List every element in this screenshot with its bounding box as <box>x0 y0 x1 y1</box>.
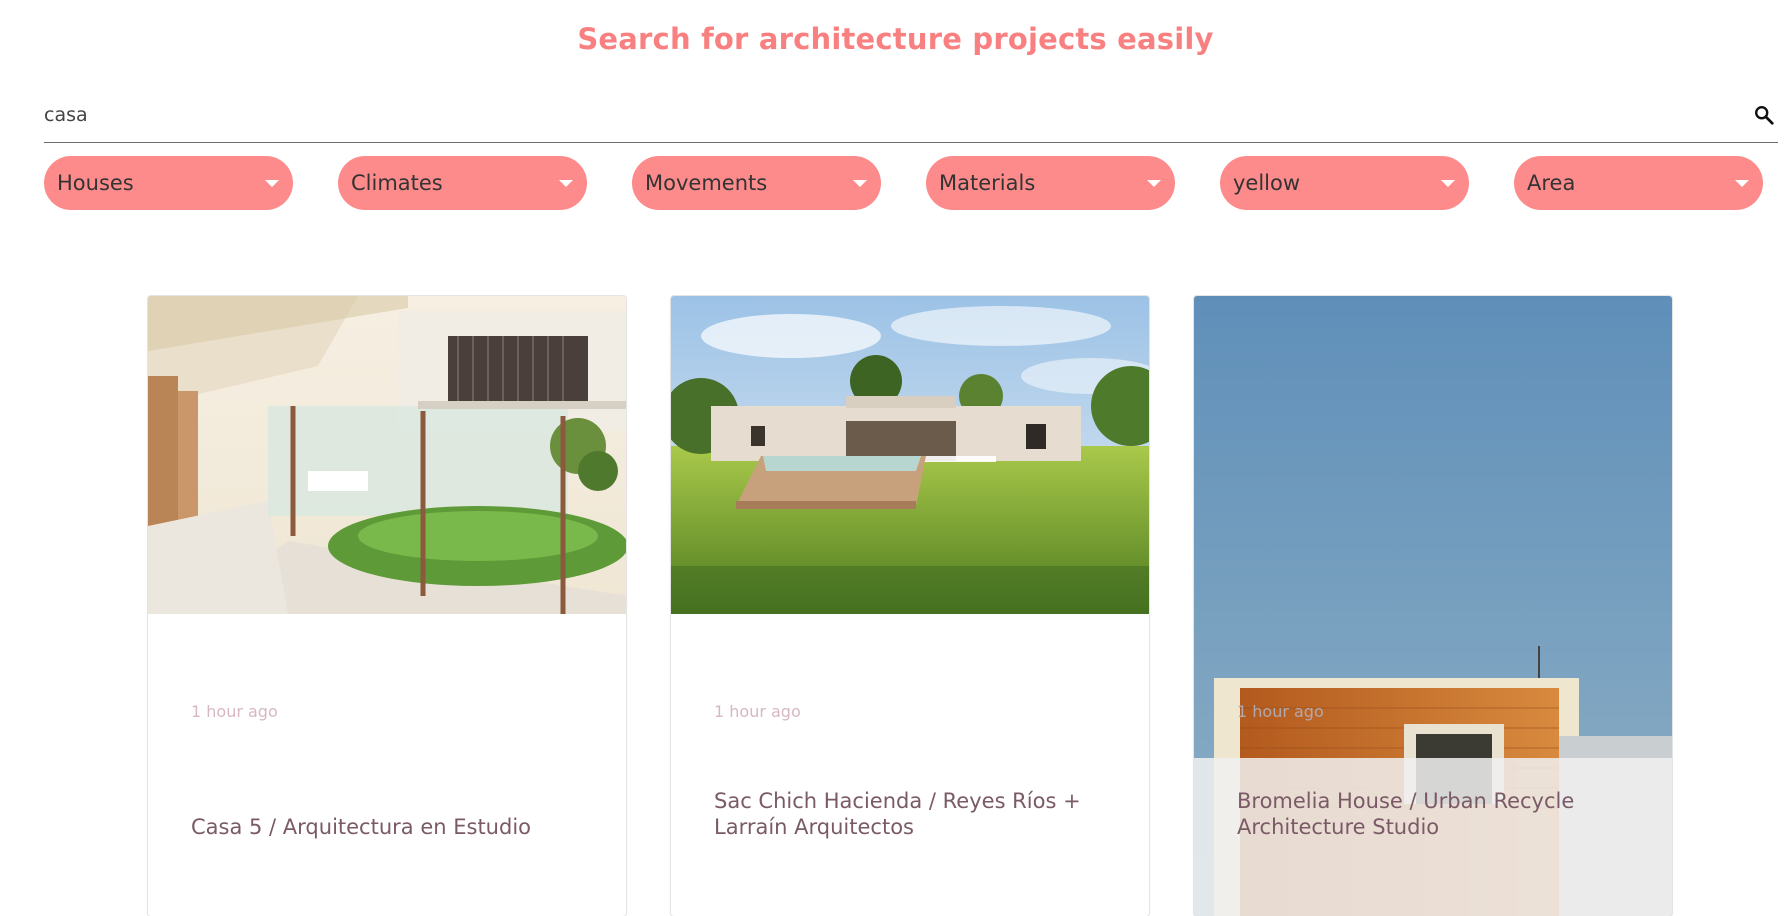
caret-down-icon <box>265 180 279 187</box>
filter-label: yellow <box>1233 171 1301 195</box>
caret-down-icon <box>559 180 573 187</box>
card-timestamp: 1 hour ago <box>191 702 278 721</box>
caret-down-icon <box>1735 180 1749 187</box>
filter-dropdown-houses[interactable]: Houses <box>44 156 293 210</box>
card-timestamp: 1 hour ago <box>714 702 801 721</box>
card-title[interactable]: Bromelia House / Urban Recycle Architect… <box>1237 788 1637 840</box>
card-info: Casa 5 / Arquitectura en Estudio <box>148 758 626 916</box>
filter-dropdown-color[interactable]: yellow <box>1220 156 1469 210</box>
search-input[interactable] <box>44 104 1750 126</box>
filter-label: Movements <box>645 171 768 195</box>
filter-dropdown-materials[interactable]: Materials <box>926 156 1175 210</box>
project-card[interactable]: Casa 5 / Arquitectura en Estudio 1 hour … <box>148 296 626 916</box>
search-bar <box>44 88 1778 143</box>
filter-dropdown-area[interactable]: Area <box>1514 156 1763 210</box>
card-timestamp: 1 hour ago <box>1237 702 1324 721</box>
filter-label: Area <box>1527 171 1576 195</box>
filter-dropdown-climates[interactable]: Climates <box>338 156 587 210</box>
card-title[interactable]: Casa 5 / Arquitectura en Estudio <box>191 814 591 840</box>
caret-down-icon <box>1441 180 1455 187</box>
filter-dropdown-movements[interactable]: Movements <box>632 156 881 210</box>
project-photo <box>148 296 626 614</box>
project-card[interactable]: Bromelia House / Urban Recycle Architect… <box>1194 296 1672 916</box>
card-info: Sac Chich Hacienda / Reyes Ríos + Larraí… <box>671 758 1149 916</box>
project-photo <box>671 296 1149 614</box>
filter-label: Materials <box>939 171 1036 195</box>
card-title[interactable]: Sac Chich Hacienda / Reyes Ríos + Larraí… <box>714 788 1114 840</box>
project-card[interactable]: Sac Chich Hacienda / Reyes Ríos + Larraí… <box>671 296 1149 916</box>
caret-down-icon <box>853 180 867 187</box>
filter-bar: Houses Climates Movements Materials yell… <box>44 156 1764 210</box>
search-icon[interactable] <box>1750 101 1778 129</box>
filter-label: Climates <box>351 171 443 195</box>
caret-down-icon <box>1147 180 1161 187</box>
filter-label: Houses <box>57 171 134 195</box>
card-info: Bromelia House / Urban Recycle Architect… <box>1194 758 1672 916</box>
page-title: Search for architecture projects easily <box>577 22 1214 56</box>
